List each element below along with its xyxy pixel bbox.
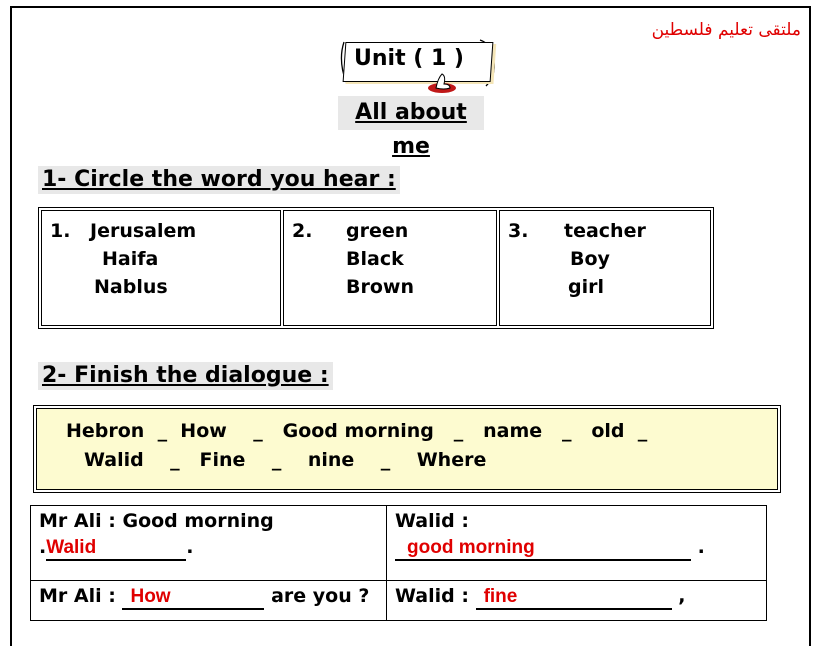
word-option[interactable]: girl <box>568 276 604 298</box>
word-option[interactable]: green <box>346 220 408 242</box>
word-option[interactable]: Black <box>346 248 404 270</box>
word-option[interactable]: Haifa <box>102 248 158 270</box>
hand-icon <box>428 73 456 93</box>
dialogue-cell: Mr Ali : How are you ? <box>30 580 387 621</box>
section1-heading: 1- Circle the word you hear : <box>38 166 400 194</box>
word-bank-row-1: Hebron _ How _ Good morning _ name _ old… <box>66 420 648 442</box>
answer-blank[interactable]: Walid <box>46 536 187 561</box>
dialogue-cell: Walid : good morning . <box>386 505 767 581</box>
word-option[interactable]: Nablus <box>94 276 168 298</box>
answer-blank[interactable]: fine <box>475 585 672 610</box>
dialogue-table: Mr Ali : Good morning .Walid. Walid : go… <box>30 505 767 621</box>
word-option[interactable]: Boy <box>570 248 610 270</box>
word-bank: Hebron _ How _ Good morning _ name _ old… <box>33 405 781 493</box>
section2-heading: 2- Finish the dialogue : <box>38 362 333 390</box>
dialogue-cell: Walid : fine , <box>386 580 767 621</box>
unit-subtitle: All about me <box>338 96 484 159</box>
unit-banner: Unit ( 1 ) <box>338 36 500 93</box>
word-group-2: 2. green Black Brown <box>283 210 497 326</box>
word-group-3: 3. teacher Boy girl <box>499 210 711 326</box>
word-circle-table: 1. Jerusalem Haifa Nablus 2. green Black B… <box>38 207 714 329</box>
dialogue-cell: Mr Ali : Good morning .Walid. <box>30 505 387 581</box>
word-option[interactable]: teacher <box>564 220 646 242</box>
word-option[interactable]: Jerusalem <box>90 220 196 242</box>
answer-blank[interactable]: good morning <box>395 536 691 561</box>
word-bank-row-2: Walid _ Fine _ nine _ Where <box>84 449 487 471</box>
unit-title: Unit ( 1 ) <box>354 46 464 71</box>
site-name: ملتقى تعليم فلسطين <box>651 20 801 40</box>
word-option[interactable]: Brown <box>346 276 414 298</box>
answer-blank[interactable]: How <box>122 585 265 610</box>
word-group-1: 1. Jerusalem Haifa Nablus <box>41 210 281 326</box>
